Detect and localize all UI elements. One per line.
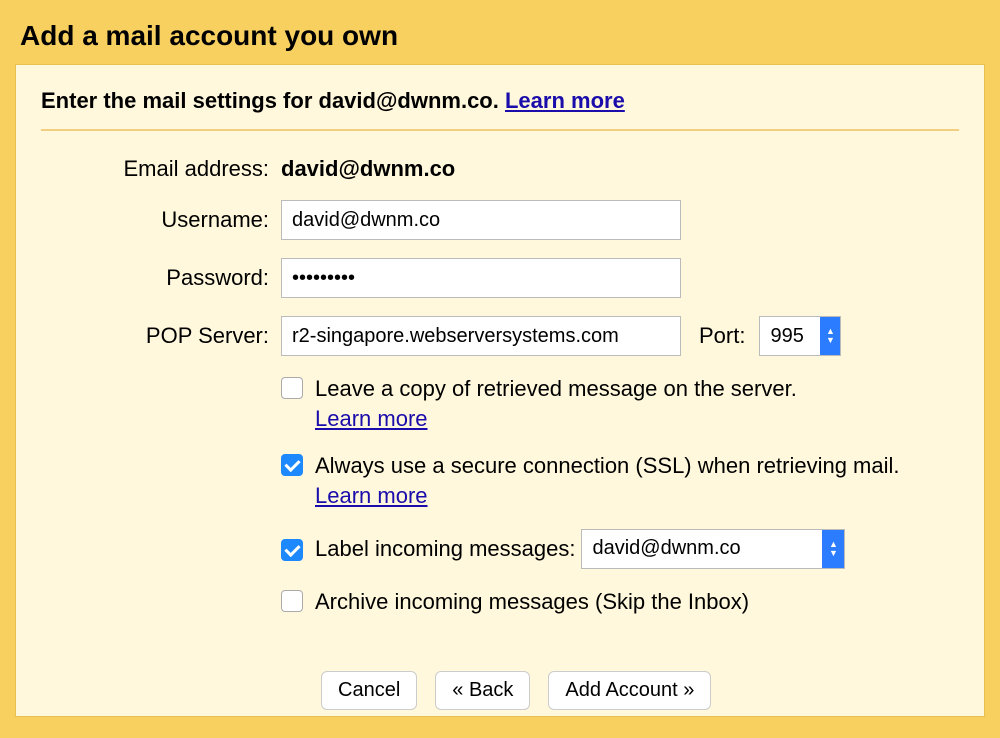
- password-input[interactable]: [281, 258, 681, 298]
- username-label: Username:: [71, 207, 281, 233]
- email-value: david@dwnm.co: [281, 156, 455, 182]
- form-area: Email address: david@dwnm.co Username: P…: [41, 156, 959, 710]
- port-select[interactable]: 995 ▲▼: [759, 316, 841, 356]
- dialog-title: Add a mail account you own: [20, 20, 985, 52]
- learn-more-link[interactable]: Learn more: [505, 88, 625, 113]
- leave-copy-row: Leave a copy of retrieved message on the…: [71, 374, 959, 433]
- label-incoming-checkbox[interactable]: [281, 539, 303, 561]
- updown-arrows-icon: ▲▼: [822, 530, 844, 568]
- pop-label: POP Server:: [71, 323, 281, 349]
- ssl-checkbox[interactable]: [281, 454, 303, 476]
- label-select[interactable]: david@dwnm.co ▲▼: [581, 529, 845, 569]
- instruction-prefix: Enter the mail settings for: [41, 88, 319, 113]
- updown-arrows-icon: ▲▼: [820, 317, 840, 355]
- button-row: Cancel « Back Add Account »: [71, 671, 959, 710]
- ssl-learn-more[interactable]: Learn more: [315, 483, 428, 508]
- back-button[interactable]: « Back: [435, 671, 530, 710]
- port-value: 995: [770, 325, 820, 348]
- ssl-label: Always use a secure connection (SSL) whe…: [315, 451, 955, 510]
- leave-copy-label: Leave a copy of retrieved message on the…: [315, 374, 797, 433]
- email-row: Email address: david@dwnm.co: [71, 156, 959, 182]
- cancel-button[interactable]: Cancel: [321, 671, 417, 710]
- dialog-frame: Add a mail account you own Enter the mai…: [0, 0, 1000, 738]
- email-label: Email address:: [71, 156, 281, 182]
- ssl-row: Always use a secure connection (SSL) whe…: [71, 451, 959, 510]
- instruction-suffix: .: [493, 88, 505, 113]
- label-select-value: david@dwnm.co: [592, 535, 822, 562]
- username-row: Username:: [71, 200, 959, 240]
- add-account-button[interactable]: Add Account »: [548, 671, 711, 710]
- username-input[interactable]: [281, 200, 681, 240]
- instruction-row: Enter the mail settings for david@dwnm.c…: [41, 80, 959, 131]
- archive-checkbox[interactable]: [281, 590, 303, 612]
- pop-row: POP Server: Port: 995 ▲▼: [71, 316, 959, 356]
- pop-server-input[interactable]: [281, 316, 681, 356]
- port-label: Port:: [699, 323, 745, 349]
- label-incoming-row: Label incoming messages: david@dwnm.co ▲…: [71, 529, 959, 569]
- leave-copy-learn-more[interactable]: Learn more: [315, 406, 428, 431]
- password-label: Password:: [71, 265, 281, 291]
- password-row: Password:: [71, 258, 959, 298]
- archive-label: Archive incoming messages (Skip the Inbo…: [315, 587, 749, 617]
- content-panel: Enter the mail settings for david@dwnm.c…: [15, 64, 985, 717]
- leave-copy-checkbox[interactable]: [281, 377, 303, 399]
- archive-row: Archive incoming messages (Skip the Inbo…: [71, 587, 959, 617]
- title-bar: Add a mail account you own: [15, 15, 985, 64]
- label-incoming-label: Label incoming messages: david@dwnm.co ▲…: [315, 529, 845, 569]
- instruction-email: david@dwnm.co: [319, 88, 493, 113]
